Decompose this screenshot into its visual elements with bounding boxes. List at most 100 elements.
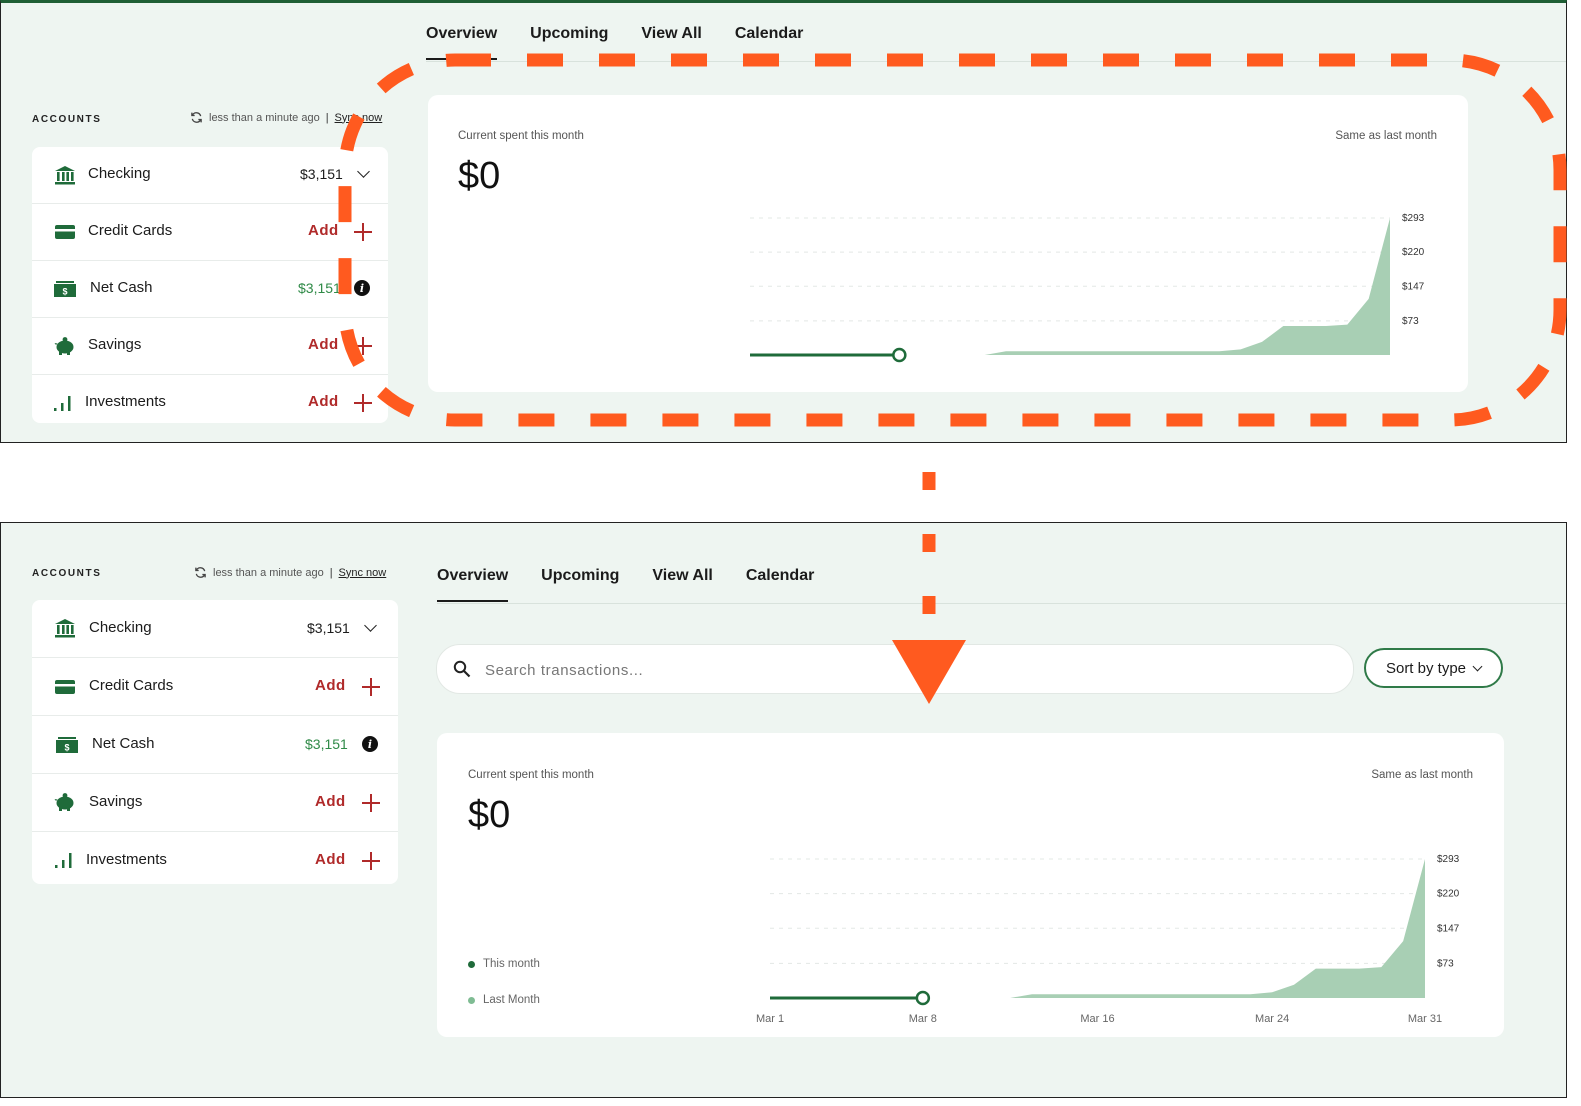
- tab-bar: Overview Upcoming View All Calendar: [437, 567, 847, 602]
- accounts-card: Checking $3,151 Credit Cards Add $ Net C…: [32, 147, 388, 423]
- plus-icon[interactable]: [354, 337, 372, 355]
- account-label: Savings: [89, 793, 143, 810]
- plus-icon[interactable]: [354, 223, 372, 241]
- add-savings-button[interactable]: Add: [308, 336, 339, 353]
- account-label: Credit Cards: [88, 222, 173, 239]
- accounts-title: ACCOUNTS: [32, 568, 102, 579]
- account-value: $3,151: [300, 166, 343, 182]
- account-value: $3,151: [305, 736, 348, 752]
- add-savings-button[interactable]: Add: [315, 793, 346, 810]
- account-label: Investments: [86, 851, 167, 868]
- search-input[interactable]: [483, 645, 1327, 695]
- info-icon[interactable]: i: [362, 736, 378, 752]
- plus-icon[interactable]: [354, 394, 372, 412]
- bar-chart-icon: [52, 393, 74, 413]
- accounts-card: Checking $3,151 Credit Cards Add $ Net C…: [32, 600, 398, 884]
- add-credit-card-button[interactable]: Add: [308, 222, 339, 239]
- plus-icon[interactable]: [362, 794, 380, 812]
- spend-amount: $0: [458, 155, 501, 197]
- sync-now-link[interactable]: Sync now: [335, 112, 383, 124]
- account-label: Credit Cards: [89, 677, 174, 694]
- x-tick-label: Mar 1: [756, 1013, 784, 1025]
- y-tick-label: $293: [1402, 213, 1425, 224]
- search-icon: [453, 660, 471, 678]
- tab-divider: [426, 61, 1566, 62]
- piggy-bank-icon: [54, 792, 76, 812]
- sync-status: less than a minute ago | Sync now: [194, 566, 386, 579]
- bottom-screenshot: ACCOUNTS less than a minute ago | Sync n…: [0, 522, 1567, 1098]
- tab-divider: [437, 603, 1566, 604]
- account-row-net-cash[interactable]: $ Net Cash $3,151 i: [32, 716, 398, 774]
- y-tick-label: $147: [1402, 281, 1425, 292]
- x-tick-label: Mar 16: [1080, 1013, 1114, 1025]
- bank-icon: [54, 618, 76, 638]
- spend-amount: $0: [468, 794, 511, 836]
- tab-view-all[interactable]: View All: [652, 567, 712, 585]
- spending-card: Current spent this month $0 Same as last…: [437, 733, 1504, 1037]
- plus-icon[interactable]: [362, 852, 380, 870]
- credit-card-icon: [54, 222, 76, 242]
- y-tick-label: $220: [1402, 247, 1425, 258]
- credit-card-icon: [54, 677, 76, 697]
- add-credit-card-button[interactable]: Add: [315, 677, 346, 694]
- series-point-this-month-end: [892, 347, 907, 363]
- bar-chart-icon: [53, 850, 75, 870]
- cash-icon: $: [54, 279, 76, 299]
- account-label: Investments: [85, 393, 166, 410]
- y-tick-label: $220: [1437, 889, 1460, 900]
- tab-overview[interactable]: Overview: [437, 567, 509, 602]
- accounts-title: ACCOUNTS: [32, 114, 102, 125]
- y-tick-label: $293: [1437, 854, 1460, 865]
- add-investments-button[interactable]: Add: [308, 393, 339, 410]
- tab-bar: Overview Upcoming View All Calendar: [426, 25, 836, 60]
- chevron-down-icon: [1472, 661, 1483, 672]
- spending-chart: $293 $220 $147 $73: [750, 213, 1425, 363]
- account-value: $3,151: [307, 620, 350, 636]
- sort-label: Sort by type: [1385, 659, 1467, 677]
- legend-this-month: This month: [468, 958, 540, 970]
- account-row-net-cash[interactable]: $ Net Cash $3,151 i: [32, 261, 388, 318]
- account-row-investments[interactable]: Investments Add: [32, 832, 398, 888]
- sync-status: less than a minute ago | Sync now: [190, 111, 382, 124]
- account-row-savings[interactable]: Savings Add: [32, 318, 388, 375]
- account-row-checking[interactable]: Checking $3,151: [32, 147, 388, 204]
- series-point-this-month-end: [915, 990, 931, 1006]
- refresh-icon[interactable]: [190, 111, 203, 124]
- top-screenshot: Overview Upcoming View All Calendar ACCO…: [0, 0, 1567, 443]
- chevron-down-icon[interactable]: [357, 165, 370, 178]
- account-label: Net Cash: [92, 735, 155, 752]
- account-value: $3,151: [298, 280, 341, 296]
- info-icon[interactable]: i: [354, 280, 370, 296]
- account-row-savings[interactable]: Savings Add: [32, 774, 398, 832]
- x-tick-label: Mar 31: [1408, 1013, 1442, 1025]
- spend-label: Current spent this month: [458, 130, 584, 142]
- account-label: Net Cash: [90, 279, 153, 296]
- add-investments-button[interactable]: Add: [315, 851, 346, 868]
- tab-view-all[interactable]: View All: [641, 25, 701, 43]
- tab-upcoming[interactable]: Upcoming: [541, 567, 619, 585]
- comparison-label: Same as last month: [1371, 769, 1473, 781]
- account-row-investments[interactable]: Investments Add: [32, 375, 388, 431]
- tab-overview[interactable]: Overview: [426, 25, 498, 60]
- refresh-icon[interactable]: [194, 566, 207, 579]
- sort-by-type-button[interactable]: Sort by type: [1364, 648, 1503, 688]
- account-label: Checking: [89, 619, 152, 636]
- account-row-credit-cards[interactable]: Credit Cards Add: [32, 204, 388, 261]
- account-label: Savings: [88, 336, 142, 353]
- legend-dot: [468, 996, 475, 1004]
- x-tick-label: Mar 24: [1255, 1013, 1289, 1025]
- tab-calendar[interactable]: Calendar: [735, 25, 803, 43]
- sync-now-link[interactable]: Sync now: [339, 567, 387, 579]
- piggy-bank-icon: [54, 336, 76, 356]
- tab-calendar[interactable]: Calendar: [746, 567, 814, 585]
- chevron-down-icon[interactable]: [364, 619, 377, 632]
- account-row-checking[interactable]: Checking $3,151: [32, 600, 398, 658]
- legend-last-month: Last Month: [468, 994, 540, 1006]
- y-tick-label: $73: [1437, 958, 1454, 969]
- plus-icon[interactable]: [362, 678, 380, 696]
- svg-text:$: $: [64, 743, 69, 753]
- tab-upcoming[interactable]: Upcoming: [530, 25, 608, 43]
- search-bar[interactable]: [436, 644, 1354, 695]
- spend-label: Current spent this month: [468, 769, 594, 781]
- account-row-credit-cards[interactable]: Credit Cards Add: [32, 658, 398, 716]
